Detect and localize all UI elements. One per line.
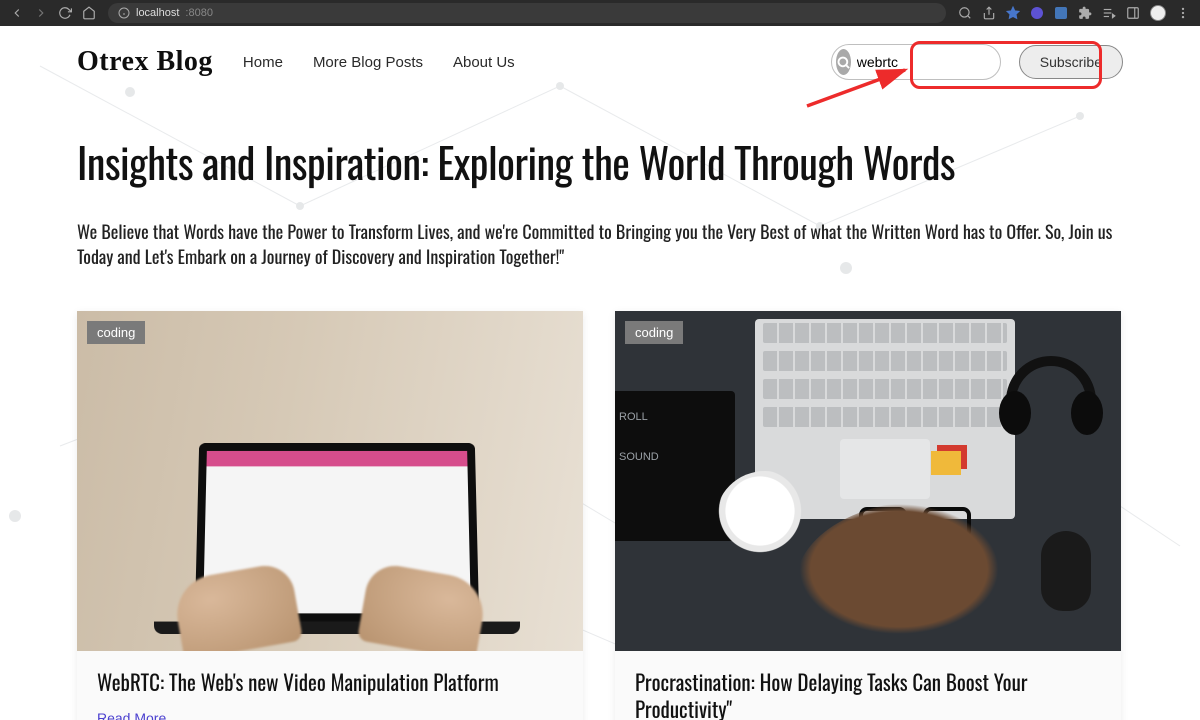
browser-toolbar: localhost :8080 [0, 0, 1200, 26]
post-grid: coding WebRTC: The Web's new Video Manip… [77, 311, 1123, 720]
post-image: coding [77, 311, 583, 651]
hero-title: Insights and Inspiration: Exploring the … [77, 138, 1123, 186]
post-tag[interactable]: coding [625, 321, 683, 344]
mug-icon [715, 471, 815, 571]
zoom-icon[interactable] [958, 6, 972, 20]
url-host: localhost [136, 7, 179, 19]
playlist-icon[interactable] [1102, 6, 1116, 20]
share-icon[interactable] [982, 6, 996, 20]
post-card[interactable]: coding WebRTC: The Web's new Video Manip… [77, 311, 583, 720]
clapper-text: SOUND [619, 451, 659, 463]
nav-more-posts[interactable]: More Blog Posts [313, 54, 423, 71]
star-icon[interactable] [1006, 6, 1020, 20]
post-title: WebRTC: The Web's new Video Manipulation… [97, 669, 563, 696]
address-bar[interactable]: localhost :8080 [108, 3, 946, 23]
back-icon[interactable] [10, 6, 24, 20]
home-icon[interactable] [82, 6, 96, 20]
ext2-icon[interactable] [1054, 6, 1068, 20]
search-field[interactable] [831, 44, 1001, 80]
search-input[interactable] [857, 54, 1038, 70]
headphones-icon [991, 331, 1111, 451]
profile-avatar[interactable] [1150, 5, 1166, 21]
page: Otrex Blog Home More Blog Posts About Us… [0, 26, 1200, 720]
forward-icon[interactable] [34, 6, 48, 20]
subscribe-button[interactable]: Subscribe [1019, 45, 1123, 79]
panel-icon[interactable] [1126, 6, 1140, 20]
post-image: coding ROLL SOUND [615, 311, 1121, 651]
info-icon [118, 7, 130, 19]
read-more-link[interactable]: Read More [97, 710, 166, 720]
url-port: :8080 [185, 7, 213, 19]
brand-logo[interactable]: Otrex Blog [77, 46, 213, 78]
reload-icon[interactable] [58, 6, 72, 20]
post-tag[interactable]: coding [87, 321, 145, 344]
nav-home[interactable]: Home [243, 54, 283, 71]
nav-links: Home More Blog Posts About Us [243, 54, 515, 71]
search-icon [836, 49, 851, 75]
post-title: Procrastination: How Delaying Tasks Can … [635, 669, 1101, 720]
nav-about[interactable]: About Us [453, 54, 515, 71]
hero-subtitle: We Believe that Words have the Power to … [77, 220, 1123, 270]
extensions-icon[interactable] [1078, 6, 1092, 20]
post-card[interactable]: coding ROLL SOUND Procrastination: How D… [615, 311, 1121, 720]
top-nav: Otrex Blog Home More Blog Posts About Us… [77, 44, 1123, 80]
menu-icon[interactable] [1176, 6, 1190, 20]
clapper-text: ROLL [619, 411, 648, 423]
ext1-icon[interactable] [1030, 6, 1044, 20]
